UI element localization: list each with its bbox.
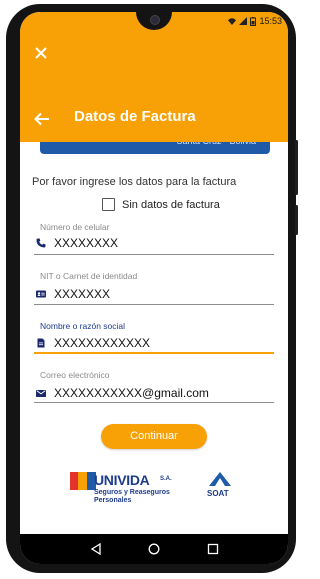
nit-field[interactable]: XXXXXXX [54, 287, 111, 301]
name-field-label: Nombre o razón social [40, 321, 126, 331]
form-prompt: Por favor ingrese los datos para la fact… [32, 176, 237, 188]
no-invoice-checkbox[interactable] [102, 198, 115, 211]
nit-field-underline [34, 304, 274, 305]
signal-icon [239, 17, 248, 25]
email-field-label: Correo electrónico [40, 370, 110, 380]
nav-back-icon[interactable] [90, 543, 102, 555]
soat-label: SOAT [207, 489, 229, 498]
document-icon [37, 338, 45, 348]
phone-field-label: Número de celular [40, 222, 110, 232]
univida-name: UNIVIDA [94, 472, 150, 488]
phone-field[interactable]: XXXXXXXX [54, 236, 119, 250]
id-card-icon [36, 290, 46, 298]
phone-screen: 15:53 Datos de Factura Santa Cruz - Boli… [20, 12, 288, 564]
app-header: Datos de Factura [20, 34, 288, 142]
nav-recents-icon[interactable] [207, 543, 219, 555]
name-field-underline [34, 352, 274, 354]
volume-button [295, 140, 298, 195]
nav-home-icon[interactable] [148, 543, 160, 555]
phone-icon [36, 238, 46, 248]
email-field-underline [34, 402, 274, 403]
univida-emblem [70, 472, 96, 490]
wifi-icon [228, 18, 237, 25]
android-nav-bar [20, 534, 288, 564]
status-time: 15:53 [259, 16, 282, 26]
nit-field-label: NIT o Carnet de identidad [40, 271, 138, 281]
close-icon[interactable] [34, 46, 48, 60]
soat-logo: SOAT [204, 472, 236, 506]
mail-icon [36, 390, 46, 397]
univida-tagline-2: Personales [94, 497, 132, 504]
status-icons: 15:53 [228, 16, 282, 26]
back-arrow-icon[interactable] [34, 112, 50, 126]
power-button [295, 205, 298, 235]
univida-logo: UNIVIDA S.A. Seguros y Reaseguros Person… [70, 470, 180, 512]
univida-tagline-1: Seguros y Reaseguros [94, 489, 170, 496]
battery-icon [250, 16, 257, 26]
no-invoice-label: Sin datos de factura [122, 198, 220, 211]
univida-suffix: S.A. [160, 476, 172, 482]
email-field[interactable]: XXXXXXXXXXX@gmail.com [54, 386, 209, 400]
soat-emblem [209, 472, 231, 486]
page-title: Datos de Factura [74, 108, 196, 125]
name-field[interactable]: XXXXXXXXXXXX [54, 336, 151, 350]
continue-button[interactable]: Continuar [101, 424, 207, 449]
no-invoice-option[interactable]: Sin datos de factura [102, 198, 220, 211]
phone-field-underline [34, 254, 274, 255]
front-camera [150, 15, 160, 25]
